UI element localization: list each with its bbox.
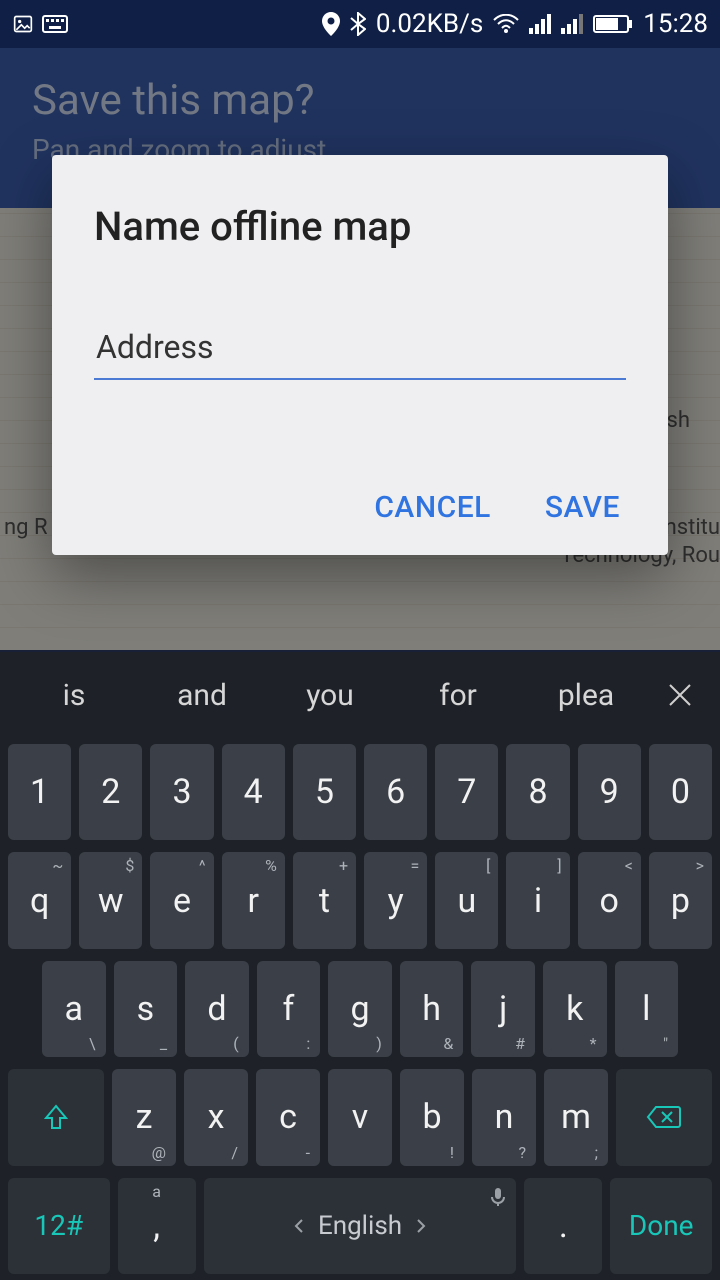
key-symbols[interactable]: 12#: [8, 1178, 110, 1274]
key-k[interactable]: k*: [543, 961, 607, 1057]
key-5[interactable]: 5: [293, 744, 356, 840]
key-h[interactable]: h&: [400, 961, 464, 1057]
wifi-icon: [493, 14, 519, 34]
key-shift[interactable]: [8, 1069, 104, 1165]
key-6[interactable]: 6: [364, 744, 427, 840]
key-p[interactable]: >p: [649, 852, 712, 948]
key-f[interactable]: f:: [257, 961, 321, 1057]
image-icon: [12, 14, 34, 34]
soft-keyboard: is and you for plea 1 2 3 4 5 6 7 8 9 0 …: [0, 652, 720, 1280]
key-space[interactable]: English: [204, 1178, 517, 1274]
key-2[interactable]: 2: [79, 744, 142, 840]
key-v[interactable]: v: [328, 1069, 392, 1165]
key-9[interactable]: 9: [578, 744, 641, 840]
key-row-qwerty: ~q $w ^e %r +t =y [u ]i <o >p: [0, 846, 720, 954]
suggestion[interactable]: for: [394, 678, 522, 713]
location-icon: [322, 12, 340, 36]
mic-icon: [490, 1184, 506, 1214]
key-8[interactable]: 8: [506, 744, 569, 840]
key-w[interactable]: $w: [79, 852, 142, 948]
key-4[interactable]: 4: [222, 744, 285, 840]
close-suggestions-icon[interactable]: [650, 682, 710, 708]
key-o[interactable]: <o: [578, 852, 641, 948]
suggestion[interactable]: is: [10, 678, 138, 713]
key-i[interactable]: ]i: [506, 852, 569, 948]
offline-map-name-input[interactable]: [94, 322, 626, 380]
key-g[interactable]: g): [328, 961, 392, 1057]
data-rate: 0.02KB/s: [376, 9, 483, 39]
key-1[interactable]: 1: [8, 744, 71, 840]
key-period[interactable]: .: [524, 1178, 602, 1274]
dialog-title: Name offline map: [94, 203, 626, 250]
key-done[interactable]: Done: [610, 1178, 712, 1274]
key-y[interactable]: =y: [364, 852, 427, 948]
key-row-zxcv: z@ x/ c- v b! n? m;: [0, 1063, 720, 1171]
key-s[interactable]: s_: [114, 961, 178, 1057]
bluetooth-icon: [350, 12, 366, 36]
key-d[interactable]: d(: [185, 961, 249, 1057]
battery-icon: [593, 14, 633, 34]
key-b[interactable]: b!: [400, 1069, 464, 1165]
key-j[interactable]: j#: [471, 961, 535, 1057]
key-e[interactable]: ^e: [150, 852, 213, 948]
key-0[interactable]: 0: [649, 744, 712, 840]
save-button[interactable]: SAVE: [545, 490, 620, 525]
suggestion-bar: is and you for plea: [0, 652, 720, 738]
suggestion[interactable]: and: [138, 678, 266, 713]
key-backspace[interactable]: [616, 1069, 712, 1165]
key-q[interactable]: ~q: [8, 852, 71, 948]
cancel-button[interactable]: CANCEL: [374, 490, 491, 525]
suggestion[interactable]: plea: [522, 678, 650, 713]
key-r[interactable]: %r: [222, 852, 285, 948]
key-row-asdf: a\ s_ d( f: g) h& j# k* l": [0, 955, 720, 1063]
suggestion[interactable]: you: [266, 678, 394, 713]
key-n[interactable]: n?: [472, 1069, 536, 1165]
chevron-right-icon: [416, 1218, 426, 1234]
key-3[interactable]: 3: [150, 744, 213, 840]
key-c[interactable]: c-: [256, 1069, 320, 1165]
signal-1-icon: [529, 14, 551, 34]
key-7[interactable]: 7: [435, 744, 498, 840]
keyboard-icon: [42, 15, 68, 33]
key-comma[interactable]: a ,: [118, 1178, 196, 1274]
clock: 15:28: [643, 9, 708, 39]
status-bar: 0.02KB/s 15:28: [0, 0, 720, 48]
key-a[interactable]: a\: [42, 961, 106, 1057]
signal-2-icon: [561, 14, 583, 34]
key-l[interactable]: l": [615, 961, 679, 1057]
key-m[interactable]: m;: [544, 1069, 608, 1165]
name-offline-map-dialog: Name offline map CANCEL SAVE: [52, 155, 668, 555]
key-row-bottom: 12# a , English . Done: [0, 1172, 720, 1280]
chevron-left-icon: [294, 1218, 304, 1234]
key-x[interactable]: x/: [184, 1069, 248, 1165]
key-z[interactable]: z@: [112, 1069, 176, 1165]
key-t[interactable]: +t: [293, 852, 356, 948]
key-u[interactable]: [u: [435, 852, 498, 948]
key-row-numbers: 1 2 3 4 5 6 7 8 9 0: [0, 738, 720, 846]
